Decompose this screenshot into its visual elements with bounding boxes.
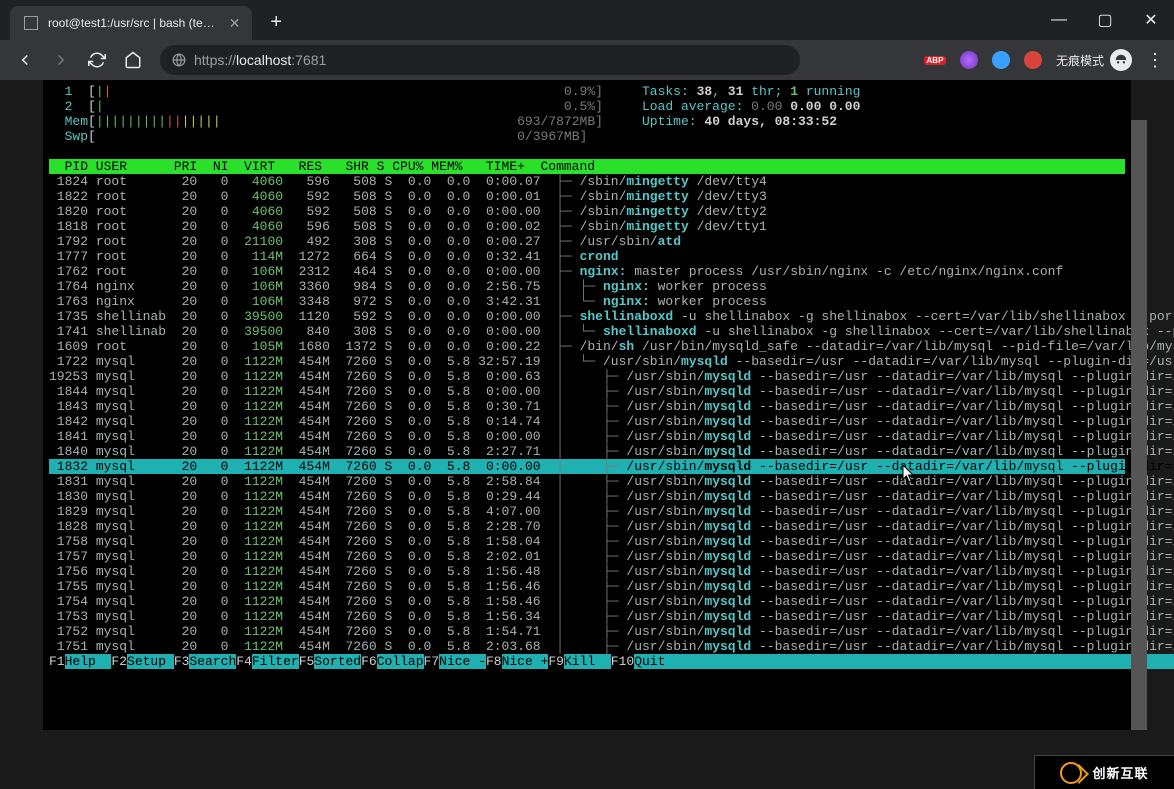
abp-extension-icon[interactable]: ABP	[924, 56, 946, 65]
fkey-F6[interactable]: F6	[361, 654, 377, 669]
process-row[interactable]: 1754 mysql 20 0 1122M 454M 7260 S 0.0 5.…	[49, 594, 1125, 609]
process-row[interactable]: 1752 mysql 20 0 1122M 454M 7260 S 0.0 5.…	[49, 624, 1125, 639]
fkey-F10[interactable]: F10	[611, 654, 634, 669]
tab-favicon	[24, 16, 38, 30]
process-row[interactable]: 1818 root 20 0 4060 596 508 S 0.0 0.0 0:…	[49, 219, 1125, 234]
fkey-label: Collap	[377, 654, 424, 669]
fkey-F3[interactable]: F3	[174, 654, 190, 669]
fkey-F2[interactable]: F2	[111, 654, 127, 669]
browser-tab[interactable]: root@test1:/usr/src | bash (te… ✕	[10, 6, 252, 40]
fkey-label: Nice +	[502, 654, 549, 669]
fkey-label: Kill	[564, 654, 611, 669]
reload-button[interactable]	[82, 45, 112, 75]
incognito-label: 无痕模式	[1056, 52, 1104, 69]
fkey-label: Help	[65, 654, 112, 669]
fkey-F8[interactable]: F8	[486, 654, 502, 669]
extension-icon-3[interactable]	[992, 51, 1010, 69]
process-row[interactable]: 1792 root 20 0 21100 492 308 S 0.0 0.0 0…	[49, 234, 1125, 249]
fkey-label: Quit	[634, 654, 681, 669]
tab-title: root@test1:/usr/src | bash (te…	[48, 16, 215, 30]
process-row[interactable]: 1753 mysql 20 0 1122M 454M 7260 S 0.0 5.…	[49, 609, 1125, 624]
process-row[interactable]: 1751 mysql 20 0 1122M 454M 7260 S 0.0 5.…	[49, 639, 1125, 654]
process-row[interactable]: 1820 root 20 0 4060 592 508 S 0.0 0.0 0:…	[49, 204, 1125, 219]
process-row[interactable]: 1758 mysql 20 0 1122M 454M 7260 S 0.0 5.…	[49, 534, 1125, 549]
process-row[interactable]: 1777 root 20 0 114M 1272 664 S 0.0 0.0 0…	[49, 249, 1125, 264]
fkey-label: Nice -	[439, 654, 486, 669]
watermark-text: 创新互联	[1092, 763, 1148, 782]
process-row[interactable]: 1735 shellinab 20 0 39500 1120 592 S 0.0…	[49, 309, 1125, 324]
incognito-indicator: 无痕模式	[1056, 49, 1132, 71]
process-row[interactable]: 1764 nginx 20 0 106M 3360 984 S 0.0 0.0 …	[49, 279, 1125, 294]
window-minimize-button[interactable]: —	[1036, 0, 1082, 40]
browser-menu-button[interactable]: ⋮	[1146, 50, 1164, 71]
process-row[interactable]: 1830 mysql 20 0 1122M 454M 7260 S 0.0 5.…	[49, 489, 1125, 504]
fkey-label: Search	[189, 654, 236, 669]
fkey-label: Setup	[127, 654, 174, 669]
process-row[interactable]: 1757 mysql 20 0 1122M 454M 7260 S 0.0 5.…	[49, 549, 1125, 564]
process-row[interactable]: 1828 mysql 20 0 1122M 454M 7260 S 0.0 5.…	[49, 519, 1125, 534]
htop-column-header[interactable]: PID USER PRI NI VIRT RES SHR S CPU% MEM%…	[49, 159, 1125, 174]
watermark-badge: 创新互联	[1034, 755, 1174, 789]
terminal-viewport[interactable]: 1 [|| 0.9%] Tasks: 38, 31 thr; 1 running…	[43, 80, 1131, 730]
fkey-F1[interactable]: F1	[49, 654, 65, 669]
incognito-icon	[1110, 49, 1132, 71]
process-row[interactable]: 1841 mysql 20 0 1122M 454M 7260 S 0.0 5.…	[49, 429, 1125, 444]
url-text: https://localhost:7681	[194, 52, 326, 68]
fkey-label: Filter	[252, 654, 299, 669]
process-row[interactable]: 1832 mysql 20 0 1122M 454M 7260 S 0.0 5.…	[49, 459, 1125, 474]
process-row[interactable]: 1755 mysql 20 0 1122M 454M 7260 S 0.0 5.…	[49, 579, 1125, 594]
process-row[interactable]: 1741 shellinab 20 0 39500 840 308 S 0.0 …	[49, 324, 1125, 339]
process-row[interactable]: 1844 mysql 20 0 1122M 454M 7260 S 0.0 5.…	[49, 384, 1125, 399]
fkey-label: Sorted	[314, 654, 361, 669]
process-row[interactable]: 1822 root 20 0 4060 592 508 S 0.0 0.0 0:…	[49, 189, 1125, 204]
process-row[interactable]: 1829 mysql 20 0 1122M 454M 7260 S 0.0 5.…	[49, 504, 1125, 519]
browser-toolbar: https://localhost:7681 ABP 无痕模式 ⋮	[0, 40, 1174, 80]
home-button[interactable]	[118, 45, 148, 75]
browser-titlebar: root@test1:/usr/src | bash (te… ✕ + — ▢ …	[0, 0, 1174, 40]
process-row[interactable]: 1722 mysql 20 0 1122M 454M 7260 S 0.0 5.…	[49, 354, 1125, 369]
fkey-F4[interactable]: F4	[236, 654, 252, 669]
process-row[interactable]: 19253 mysql 20 0 1122M 454M 7260 S 0.0 5…	[49, 369, 1125, 384]
process-row[interactable]: 1842 mysql 20 0 1122M 454M 7260 S 0.0 5.…	[49, 414, 1125, 429]
process-row[interactable]: 1762 root 20 0 106M 2312 464 S 0.0 0.0 0…	[49, 264, 1125, 279]
process-row[interactable]: 1763 nginx 20 0 106M 3348 972 S 0.0 0.0 …	[49, 294, 1125, 309]
process-row[interactable]: 1840 mysql 20 0 1122M 454M 7260 S 0.0 5.…	[49, 444, 1125, 459]
fkey-F9[interactable]: F9	[548, 654, 564, 669]
forward-button[interactable]	[46, 45, 76, 75]
extension-icon-2[interactable]	[960, 51, 978, 69]
process-row[interactable]: 1843 mysql 20 0 1122M 454M 7260 S 0.0 5.…	[49, 399, 1125, 414]
extension-icon-4[interactable]	[1024, 51, 1042, 69]
page-scrollbar[interactable]	[1131, 120, 1147, 730]
back-button[interactable]	[10, 45, 40, 75]
window-close-button[interactable]: ✕	[1128, 0, 1174, 40]
globe-icon	[172, 53, 186, 67]
fkey-F5[interactable]: F5	[299, 654, 315, 669]
process-row[interactable]: 1756 mysql 20 0 1122M 454M 7260 S 0.0 5.…	[49, 564, 1125, 579]
address-bar[interactable]: https://localhost:7681	[160, 45, 800, 75]
process-row[interactable]: 1609 root 20 0 105M 1680 1372 S 0.0 0.0 …	[49, 339, 1125, 354]
scrollbar-thumb[interactable]	[1131, 120, 1147, 730]
process-row[interactable]: 1831 mysql 20 0 1122M 454M 7260 S 0.0 5.…	[49, 474, 1125, 489]
tab-close-icon[interactable]: ✕	[229, 15, 241, 32]
fkey-F7[interactable]: F7	[424, 654, 440, 669]
window-maximize-button[interactable]: ▢	[1082, 0, 1128, 40]
watermark-logo-icon	[1060, 762, 1082, 784]
process-row[interactable]: 1824 root 20 0 4060 596 508 S 0.0 0.0 0:…	[49, 174, 1125, 189]
new-tab-button[interactable]: +	[270, 11, 282, 34]
